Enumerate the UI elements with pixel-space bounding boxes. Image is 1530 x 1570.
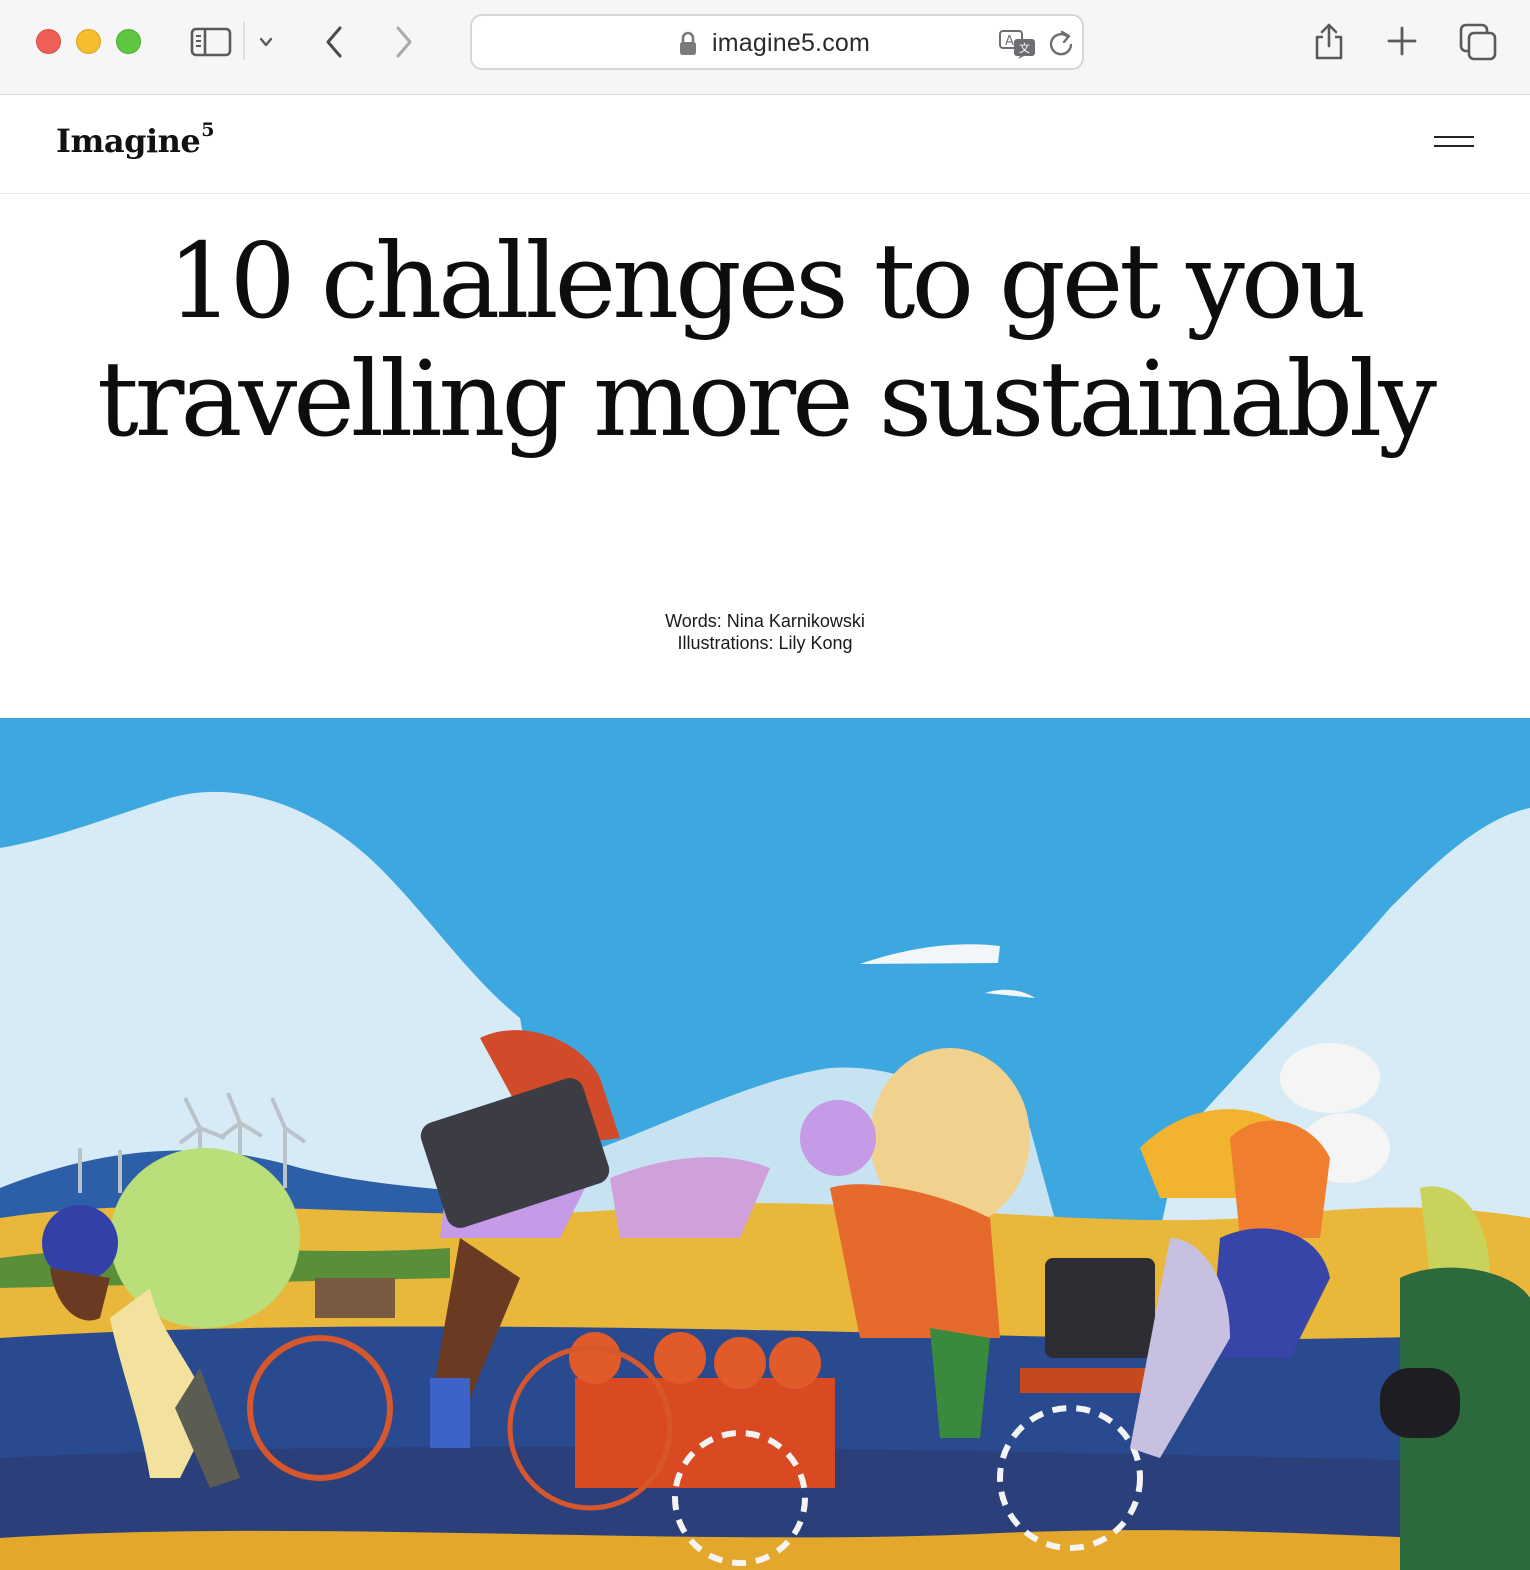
- site-logo[interactable]: Imagine5: [56, 119, 214, 160]
- svg-text:文: 文: [1019, 41, 1030, 55]
- address-bar[interactable]: imagine5.com A文: [470, 14, 1084, 70]
- tabs-overview-icon[interactable]: [1456, 20, 1500, 64]
- toolbar-divider: [243, 22, 245, 60]
- article-credits: Words: Nina Karnikowski Illustrations: L…: [0, 610, 1530, 654]
- browser-toolbar: imagine5.com A文: [0, 0, 1530, 95]
- hero-illustration: [0, 718, 1530, 1570]
- url-text: imagine5.com: [712, 29, 871, 57]
- logo-superscript: 5: [201, 119, 214, 142]
- article-title: 10 challenges to get you travelling more…: [0, 222, 1530, 458]
- close-window-button[interactable]: [36, 29, 61, 54]
- sidebar-icon[interactable]: [188, 24, 234, 60]
- article-title-line-1: 10 challenges to get you: [167, 220, 1366, 342]
- hamburger-menu-icon[interactable]: [1432, 132, 1476, 152]
- site-header: Imagine5: [0, 96, 1530, 194]
- illustrations-credit: Illustrations: Lily Kong: [677, 633, 853, 653]
- chevron-left-icon[interactable]: [318, 22, 350, 62]
- translate-icon[interactable]: A文: [998, 28, 1038, 65]
- chevron-down-icon[interactable]: [254, 30, 278, 54]
- article-title-line-2: travelling more sustainably: [96, 338, 1437, 460]
- chevron-right-icon[interactable]: [388, 22, 420, 62]
- zoom-window-button[interactable]: [116, 29, 141, 54]
- share-icon[interactable]: [1309, 18, 1349, 64]
- logo-text: Imagine: [56, 122, 201, 160]
- reload-icon[interactable]: [1046, 28, 1076, 65]
- words-credit: Words: Nina Karnikowski: [665, 611, 865, 631]
- plus-icon[interactable]: [1383, 22, 1421, 60]
- minimize-window-button[interactable]: [76, 29, 101, 54]
- lock-icon: [678, 31, 698, 62]
- svg-text:A: A: [1005, 34, 1014, 49]
